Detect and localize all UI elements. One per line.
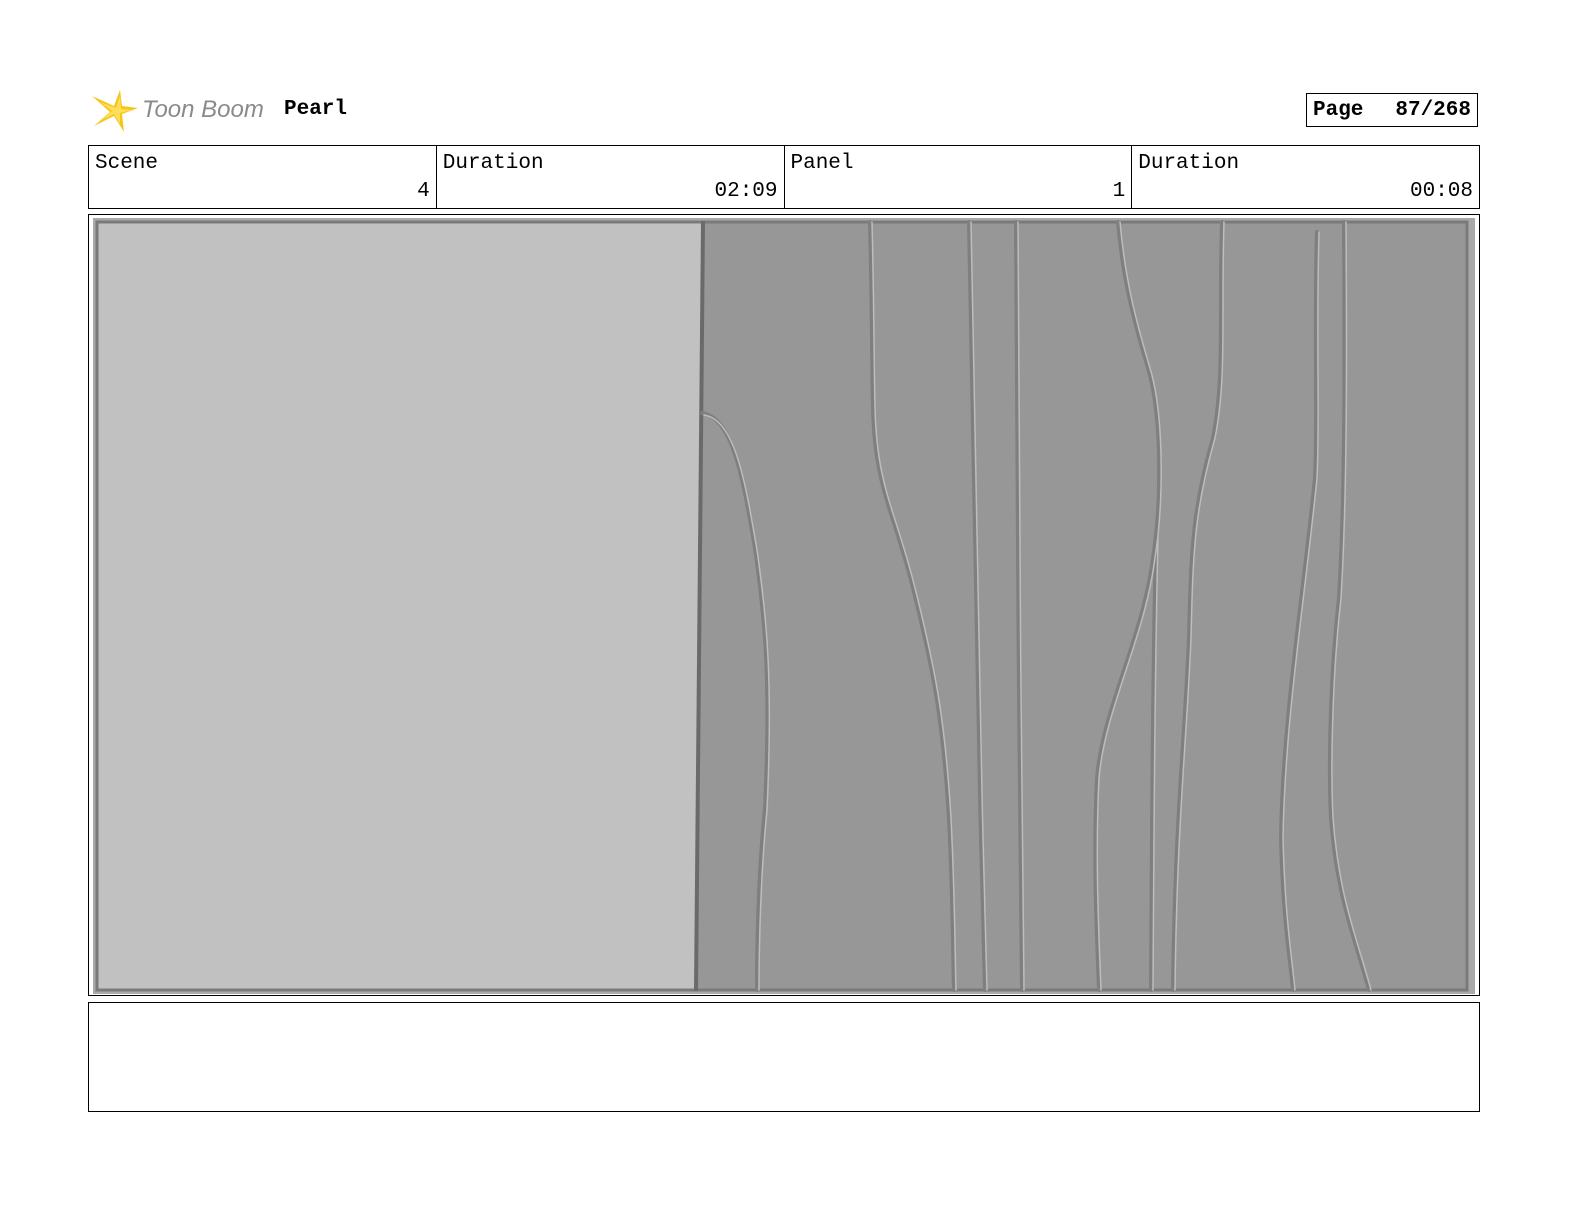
panel-cell: Panel 1 xyxy=(785,146,1133,208)
project-title: Pearl xyxy=(284,98,348,121)
panel-duration-value: 00:08 xyxy=(1409,180,1473,203)
right-wall xyxy=(696,222,1467,990)
page-indicator: Page 87/268 xyxy=(1306,93,1478,127)
panel-drawing xyxy=(93,218,1475,994)
left-wall xyxy=(97,222,701,990)
page-value: 87/268 xyxy=(1395,99,1471,122)
panel-info-row: Scene 4 Duration 02:09 Panel 1 Duration … xyxy=(88,145,1480,209)
scene-duration-label: Duration xyxy=(442,152,544,175)
scene-duration-cell: Duration 02:09 xyxy=(437,146,785,208)
starburst-icon xyxy=(92,90,138,132)
panel-value: 1 xyxy=(1112,180,1126,203)
storyboard-panel xyxy=(88,214,1480,996)
toon-boom-logo: Toon Boom xyxy=(90,86,270,134)
panel-label: Panel xyxy=(790,152,854,175)
notes-box xyxy=(88,1002,1480,1112)
scene-value: 4 xyxy=(417,180,430,203)
panel-duration-label: Duration xyxy=(1138,152,1240,175)
page-label: Page xyxy=(1313,99,1364,122)
panel-duration-cell: Duration 00:08 xyxy=(1132,146,1479,208)
scene-duration-value: 02:09 xyxy=(714,180,778,203)
scene-label: Scene xyxy=(95,152,159,175)
logo-text: Toon Boom xyxy=(142,96,264,123)
scene-cell: Scene 4 xyxy=(89,146,437,208)
